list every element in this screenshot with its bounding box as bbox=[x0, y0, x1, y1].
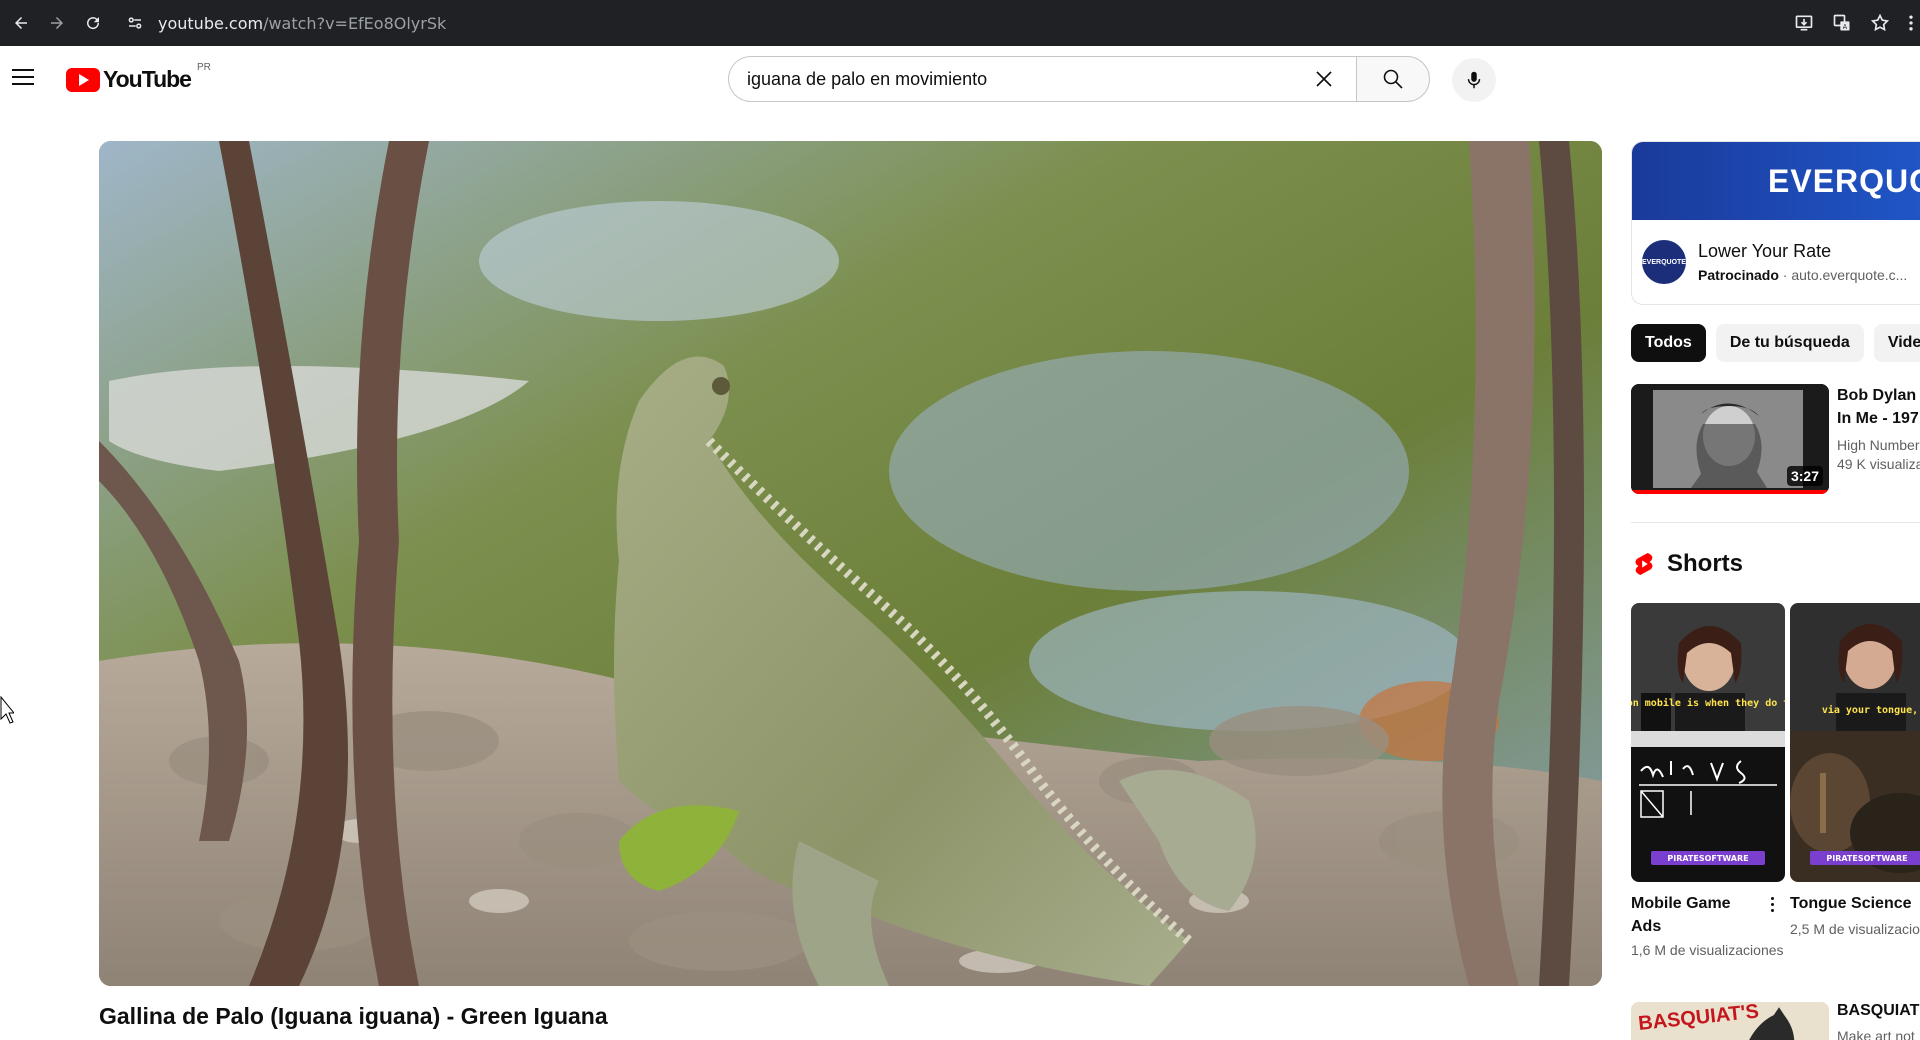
chip-todos[interactable]: Todos bbox=[1631, 324, 1706, 362]
region-code: PR bbox=[196, 62, 211, 73]
short-view-count: 1,6 M de visualizaciones bbox=[1631, 942, 1784, 958]
youtube-header: YouTube PR bbox=[0, 46, 1920, 112]
youtube-logo[interactable]: YouTube PR bbox=[66, 62, 211, 93]
watch-progress-bar bbox=[1631, 490, 1829, 494]
video-thumbnail[interactable]: 3:27 bbox=[1631, 384, 1829, 494]
channel-name[interactable]: High Number bbox=[1837, 437, 1920, 453]
microphone-icon bbox=[1467, 71, 1481, 89]
short-caption: via your tongue, bbox=[1822, 704, 1918, 716]
ad-card[interactable]: EVERQUO EVERQUOTE Lower Your Rate Patroc… bbox=[1631, 141, 1920, 305]
view-count: 49 K visualiza bbox=[1837, 456, 1920, 472]
sponsored-label: Patrocinado bbox=[1698, 267, 1779, 283]
section-divider bbox=[1631, 522, 1920, 523]
bookmark-star-icon[interactable] bbox=[1868, 11, 1892, 35]
video-duration: 3:27 bbox=[1786, 466, 1823, 486]
more-options-icon[interactable] bbox=[1765, 892, 1779, 916]
logo-text: YouTube bbox=[103, 66, 192, 92]
clear-search-icon[interactable] bbox=[1308, 62, 1340, 96]
ad-banner[interactable]: EVERQUO bbox=[1632, 142, 1920, 220]
ad-banner-text: EVERQUO bbox=[1768, 162, 1920, 199]
url-path: /watch?v=EfEo8OlyrSk bbox=[263, 13, 447, 33]
browser-toolbar: youtube.com/watch?v=EfEo8OlyrSk A bbox=[0, 0, 1920, 46]
recommended-subtitle: Make art not bbox=[1837, 1028, 1915, 1040]
shorts-header: Shorts bbox=[1631, 549, 1743, 579]
recommended-video[interactable]: 3:27 Bob Dylan FIn Me - 197 High Number … bbox=[1631, 384, 1920, 496]
video-title: Gallina de Palo (Iguana iguana) - Green … bbox=[99, 1003, 608, 1029]
short-item[interactable]: PIRATESOFTWARE ads on mobile is when the… bbox=[1631, 603, 1785, 958]
advertiser-avatar[interactable]: EVERQUOTE bbox=[1642, 240, 1686, 284]
short-view-count: 2,5 M de visualizacio bbox=[1790, 921, 1920, 937]
short-title-line1: Mobile Game bbox=[1631, 895, 1731, 912]
chip-de-tu-busqueda[interactable]: De tu búsqueda bbox=[1715, 324, 1864, 362]
thumbnail-image: BASQUIAT'S bbox=[1631, 1002, 1829, 1040]
video-frame bbox=[99, 141, 1602, 986]
short-caption: ads on mobile is when they do this. bbox=[1631, 697, 1785, 709]
mouse-cursor-icon bbox=[0, 696, 14, 724]
ad-domain: auto.everquote.c... bbox=[1791, 267, 1908, 283]
recommended-title[interactable]: Bob Dylan F In Me - 197 bbox=[1837, 384, 1920, 430]
video-thumbnail[interactable]: BASQUIAT'S bbox=[1631, 1002, 1829, 1040]
short-title[interactable]: Tongue Science bbox=[1790, 892, 1920, 915]
voice-search-button[interactable] bbox=[1452, 58, 1496, 102]
shorts-icon bbox=[1631, 549, 1657, 579]
search-button[interactable] bbox=[1356, 56, 1430, 102]
search-icon bbox=[1383, 69, 1403, 89]
short-thumbnail-image: PIRATESOFTWARE ads on mobile is when the… bbox=[1631, 603, 1785, 882]
search-input[interactable] bbox=[747, 68, 1308, 90]
search-input-box[interactable] bbox=[728, 56, 1356, 102]
short-item[interactable]: PIRATESOFTWARE via your tongue, Tongue S… bbox=[1790, 603, 1920, 937]
recommended-title-line1: Bob Dylan F bbox=[1837, 387, 1920, 404]
short-thumbnail[interactable]: PIRATESOFTWARE via your tongue, bbox=[1790, 603, 1920, 882]
reload-icon[interactable] bbox=[78, 8, 108, 38]
address-bar[interactable]: youtube.com/watch?v=EfEo8OlyrSk bbox=[124, 6, 1764, 40]
filter-chips: Todos De tu búsqueda Video bbox=[1631, 324, 1920, 362]
recommended-video[interactable]: BASQUIAT'S BASQUIAT'S Make art not bbox=[1631, 1002, 1920, 1040]
hamburger-menu-icon[interactable] bbox=[12, 64, 38, 90]
short-title[interactable]: Mobile Game Ads bbox=[1631, 892, 1785, 938]
search-bar bbox=[728, 56, 1430, 102]
video-player[interactable] bbox=[99, 141, 1602, 986]
short-thumbnail-image: PIRATESOFTWARE via your tongue, bbox=[1790, 603, 1920, 882]
shorts-heading: Shorts bbox=[1667, 550, 1744, 577]
svg-text:A: A bbox=[1843, 23, 1848, 31]
browser-menu-icon[interactable] bbox=[1906, 11, 1916, 35]
forward-arrow-icon[interactable] bbox=[42, 8, 72, 38]
short-tag: PIRATESOFTWARE bbox=[1667, 854, 1748, 863]
short-tag: PIRATESOFTWARE bbox=[1826, 854, 1907, 863]
url-text: youtube.com/watch?v=EfEo8OlyrSk bbox=[158, 14, 446, 33]
url-host: youtube.com bbox=[158, 13, 264, 33]
short-thumbnail[interactable]: PIRATESOFTWARE ads on mobile is when the… bbox=[1631, 603, 1785, 882]
back-arrow-icon[interactable] bbox=[6, 8, 36, 38]
short-title-line2: Ads bbox=[1631, 918, 1662, 935]
right-sidebar: EVERQUO EVERQUOTE Lower Your Rate Patroc… bbox=[1631, 141, 1920, 1040]
translate-icon[interactable]: A bbox=[1830, 11, 1854, 35]
install-app-icon[interactable] bbox=[1792, 11, 1816, 35]
ad-sponsor-line: Patrocinado · auto.everquote.c... bbox=[1698, 267, 1908, 283]
recommended-title[interactable]: BASQUIAT'S bbox=[1837, 1002, 1920, 1020]
site-info-icon[interactable] bbox=[124, 12, 146, 34]
ad-title[interactable]: Lower Your Rate bbox=[1698, 241, 1907, 262]
recommended-title-line2: In Me - 197 bbox=[1837, 410, 1919, 427]
youtube-play-icon bbox=[66, 67, 100, 92]
chip-videos[interactable]: Video bbox=[1873, 324, 1920, 362]
